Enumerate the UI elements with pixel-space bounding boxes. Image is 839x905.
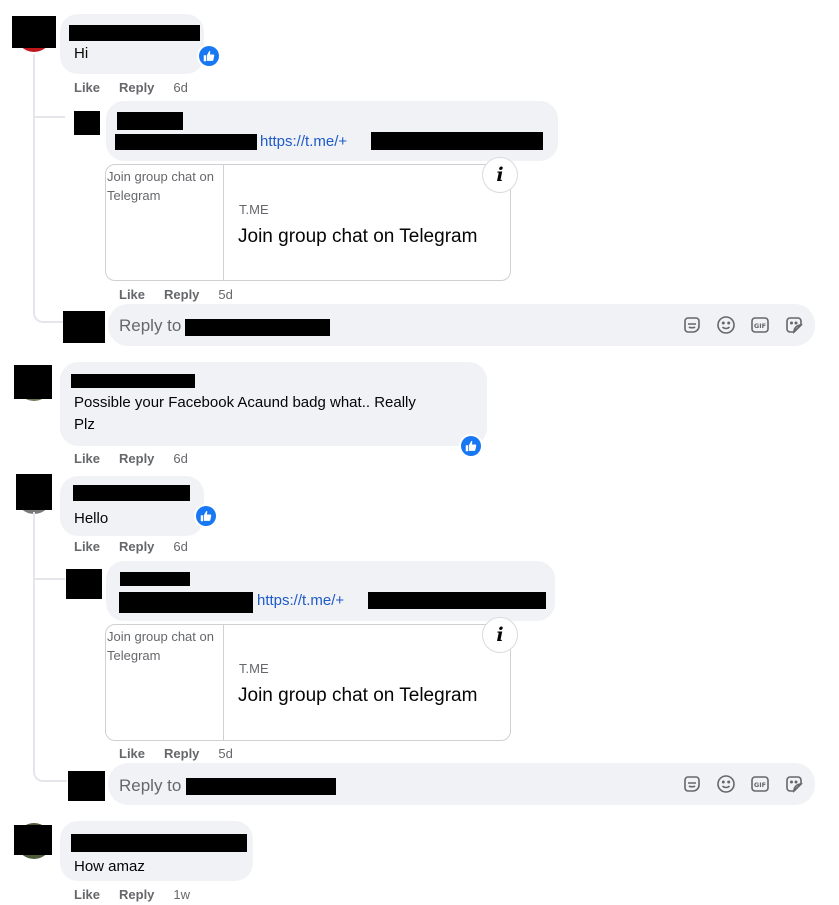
redacted-avatar xyxy=(14,825,52,855)
comment-text: Possible your Facebook Acaund badg what.… xyxy=(74,394,416,411)
redacted-avatar xyxy=(14,365,52,399)
reply-bubble: https://t.me/+ xyxy=(106,561,555,621)
comment-bubble: How amaz xyxy=(60,821,253,881)
link-domain: T.ME xyxy=(239,661,269,676)
redacted-avatar[interactable] xyxy=(74,111,100,135)
reply-button[interactable]: Reply xyxy=(119,451,154,467)
redacted-avatar[interactable] xyxy=(66,569,102,599)
redacted-author-name[interactable] xyxy=(73,485,190,501)
redacted-author-name[interactable] xyxy=(71,374,195,388)
comment: How amaz Like Reply 1w xyxy=(0,815,839,905)
gif-icon[interactable]: GIF xyxy=(749,773,771,795)
like-button[interactable]: Like xyxy=(74,887,100,903)
emoji-icon[interactable] xyxy=(715,314,737,336)
sticker-icon[interactable] xyxy=(783,314,805,336)
redacted-link-tail xyxy=(371,132,543,150)
reply-actions: Like Reply 5d xyxy=(119,746,233,762)
svg-text:GIF: GIF xyxy=(754,781,766,789)
like-icon xyxy=(200,511,212,522)
redacted-author-name[interactable] xyxy=(120,572,190,586)
like-button[interactable]: Like xyxy=(74,80,100,96)
reply-actions: Like Reply 5d xyxy=(119,287,233,303)
reply-placeholder: Reply to xyxy=(119,776,182,795)
avatar-sticker-icon[interactable] xyxy=(681,773,703,795)
reply-button[interactable]: Reply xyxy=(119,539,154,555)
comment-actions: Like Reply 6d xyxy=(74,451,188,467)
reply-comment: https://t.me/+ Join group chat on Telegr… xyxy=(0,560,839,765)
redacted-avatar xyxy=(16,474,52,510)
redacted-text xyxy=(119,592,253,613)
timestamp[interactable]: 5d xyxy=(218,746,232,762)
like-button[interactable]: Like xyxy=(74,539,100,555)
avatar-sticker-icon[interactable] xyxy=(681,314,703,336)
link-preview-image: Join group chat on Telegram xyxy=(106,165,224,280)
link-preview-card[interactable]: Join group chat on Telegram T.ME Join gr… xyxy=(105,164,511,281)
info-icon[interactable]: i xyxy=(482,157,518,193)
comment-bubble: Hi xyxy=(60,14,204,74)
comment-actions: Like Reply 6d xyxy=(74,80,188,96)
redacted-recipient xyxy=(185,319,330,336)
timestamp[interactable]: 5d xyxy=(218,287,232,303)
reply-placeholder: Reply to xyxy=(119,316,182,335)
reply-comment: https://t.me/+ Join group chat on Telegr… xyxy=(0,100,839,305)
like-button[interactable]: Like xyxy=(74,451,100,467)
reaction-badge[interactable] xyxy=(194,504,218,528)
comment-text: How amaz xyxy=(74,858,145,875)
timestamp[interactable]: 6d xyxy=(173,451,187,467)
reaction-badge[interactable] xyxy=(197,44,221,68)
like-icon xyxy=(465,441,477,452)
comment-text-line2: Plz xyxy=(74,416,95,433)
comment: Hello Like Reply 6d xyxy=(0,470,839,560)
reply-button[interactable]: Reply xyxy=(119,80,154,96)
emoji-icon[interactable] xyxy=(715,773,737,795)
timestamp[interactable]: 6d xyxy=(173,80,187,96)
link-preview-image: Join group chat on Telegram xyxy=(106,625,224,740)
comment: Hi Like Reply 6d xyxy=(0,0,839,100)
telegram-link[interactable]: https://t.me/+ xyxy=(260,131,347,153)
comment-bubble: Possible your Facebook Acaund badg what.… xyxy=(60,362,487,446)
reply-bubble: https://t.me/+ xyxy=(106,101,558,161)
redacted-author-name[interactable] xyxy=(117,112,183,130)
comment: Possible your Facebook Acaund badg what.… xyxy=(0,355,839,470)
redacted-avatar[interactable] xyxy=(68,771,105,801)
comment-actions: Like Reply 6d xyxy=(74,539,188,555)
redacted-author-name[interactable] xyxy=(71,834,247,852)
telegram-link[interactable]: https://t.me/+ xyxy=(257,590,344,612)
like-button[interactable]: Like xyxy=(119,746,145,762)
reply-composer[interactable]: Reply to GIF xyxy=(108,304,815,346)
redacted-avatar xyxy=(12,16,56,48)
redacted-text xyxy=(115,134,257,150)
like-icon xyxy=(203,51,215,62)
link-domain: T.ME xyxy=(239,202,269,217)
redacted-avatar[interactable] xyxy=(63,311,105,343)
gif-icon[interactable]: GIF xyxy=(749,314,771,336)
link-title: Join group chat on Telegram xyxy=(238,685,478,706)
reply-button[interactable]: Reply xyxy=(164,746,199,762)
redacted-recipient xyxy=(186,778,336,795)
image-alt-text: Join group chat on Telegram xyxy=(107,169,214,203)
reaction-badge[interactable] xyxy=(459,434,483,458)
timestamp[interactable]: 6d xyxy=(173,539,187,555)
comment-text: Hi xyxy=(74,45,89,62)
link-title: Join group chat on Telegram xyxy=(238,226,478,247)
reply-composer[interactable]: Reply to GIF xyxy=(108,763,815,805)
like-button[interactable]: Like xyxy=(119,287,145,303)
comment-bubble: Hello xyxy=(60,476,204,536)
svg-text:GIF: GIF xyxy=(754,322,766,330)
link-preview-card[interactable]: Join group chat on Telegram T.ME Join gr… xyxy=(105,624,511,741)
image-alt-text: Join group chat on Telegram xyxy=(107,629,214,663)
timestamp[interactable]: 1w xyxy=(173,887,190,903)
comment-actions: Like Reply 1w xyxy=(74,887,190,903)
reply-button[interactable]: Reply xyxy=(164,287,199,303)
redacted-author-name[interactable] xyxy=(69,25,200,41)
redacted-link-tail xyxy=(368,592,546,609)
info-icon[interactable]: i xyxy=(482,617,518,653)
sticker-icon[interactable] xyxy=(783,773,805,795)
comment-text: Hello xyxy=(74,510,109,527)
reply-button[interactable]: Reply xyxy=(119,887,154,903)
